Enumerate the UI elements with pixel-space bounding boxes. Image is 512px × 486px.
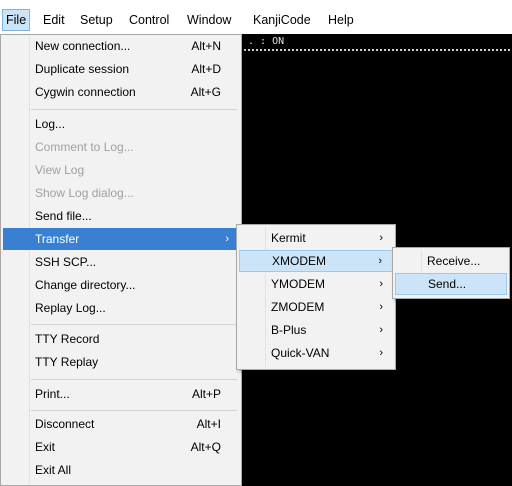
- menu-item-send[interactable]: Send...: [395, 273, 507, 295]
- chevron-right-icon: ›: [379, 278, 383, 290]
- menu-item-xmodem[interactable]: XMODEM ›: [239, 250, 393, 272]
- menu-item-tty-record[interactable]: TTY Record: [3, 328, 239, 350]
- menu-item-tty-replay[interactable]: TTY Replay: [3, 351, 239, 373]
- menu-bar: File Edit Setup Control Window KanjiCode…: [0, 0, 512, 35]
- menu-window[interactable]: Window: [184, 10, 234, 30]
- menu-help[interactable]: Help: [325, 10, 357, 30]
- menu-item-quick-van[interactable]: Quick-VAN ›: [239, 342, 393, 364]
- menu-item-kermit[interactable]: Kermit ›: [239, 227, 393, 249]
- menu-item-change-directory[interactable]: Change directory...: [3, 274, 239, 296]
- menu-item-zmodem[interactable]: ZMODEM ›: [239, 296, 393, 318]
- menu-item-cygwin-connection[interactable]: Cygwin connection Alt+G: [3, 81, 239, 103]
- menu-item-duplicate-session[interactable]: Duplicate session Alt+D: [3, 58, 239, 80]
- xmodem-submenu: Receive... Send...: [392, 247, 510, 299]
- menu-item-print[interactable]: Print... Alt+P: [3, 383, 239, 405]
- menu-separator: [31, 410, 237, 411]
- chevron-right-icon: ›: [379, 324, 383, 336]
- file-menu: New connection... Alt+N Duplicate sessio…: [0, 34, 242, 486]
- menu-item-exit[interactable]: Exit Alt+Q: [3, 436, 239, 458]
- chevron-right-icon: ›: [378, 255, 382, 267]
- menu-edit[interactable]: Edit: [40, 10, 68, 30]
- menu-item-log[interactable]: Log...: [3, 113, 239, 135]
- menu-item-disconnect[interactable]: Disconnect Alt+I: [3, 413, 239, 435]
- menu-item-replay-log[interactable]: Replay Log...: [3, 297, 239, 319]
- terminal-text: . : ON: [248, 36, 285, 47]
- menu-separator: [31, 324, 237, 325]
- menu-control[interactable]: Control: [126, 10, 172, 30]
- menu-item-transfer[interactable]: Transfer ›: [3, 228, 239, 250]
- menu-item-new-connection[interactable]: New connection... Alt+N: [3, 35, 239, 57]
- menu-file[interactable]: File: [2, 9, 31, 31]
- menu-item-send-file[interactable]: Send file...: [3, 205, 239, 227]
- menu-separator: [31, 109, 237, 110]
- chevron-right-icon: ›: [379, 301, 383, 313]
- menu-separator: [31, 379, 237, 380]
- menu-setup[interactable]: Setup: [77, 10, 116, 30]
- chevron-right-icon: ›: [379, 232, 383, 244]
- menu-item-show-log-dialog: Show Log dialog...: [35, 186, 134, 200]
- menu-item-exit-all[interactable]: Exit All: [3, 459, 239, 481]
- menu-item-b-plus[interactable]: B-Plus ›: [239, 319, 393, 341]
- chevron-right-icon: ›: [379, 347, 383, 359]
- transfer-submenu: Kermit › XMODEM › YMODEM › ZMODEM › B-Pl…: [236, 224, 396, 370]
- menu-item-comment-to-log: Comment to Log...: [35, 140, 134, 154]
- menu-kanjicode[interactable]: KanjiCode: [250, 10, 314, 30]
- chevron-right-icon: ›: [225, 233, 229, 245]
- terminal-dotted-line: [244, 49, 510, 51]
- menu-item-receive[interactable]: Receive...: [395, 250, 507, 272]
- menu-item-ssh-scp[interactable]: SSH SCP...: [3, 251, 239, 273]
- menu-item-ymodem[interactable]: YMODEM ›: [239, 273, 393, 295]
- menu-item-view-log: View Log: [35, 163, 85, 177]
